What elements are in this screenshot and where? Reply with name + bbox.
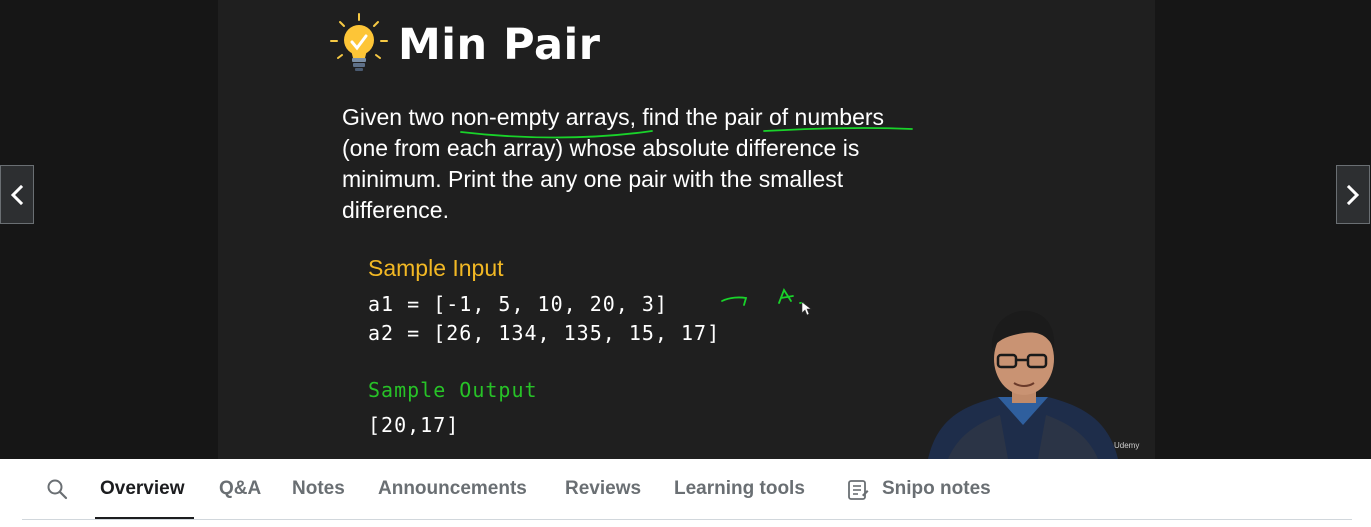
tab-overview[interactable]: Overview bbox=[100, 478, 185, 500]
tab-qa[interactable]: Q&A bbox=[219, 478, 261, 500]
chevron-left-icon bbox=[10, 184, 24, 205]
problem-description: Given two non-empty arrays, find the pai… bbox=[342, 102, 962, 226]
input-array-a1: a1 = [-1, 5, 10, 20, 3] bbox=[368, 292, 668, 316]
video-player[interactable]: Min Pair Given two non-empty arrays, fin… bbox=[0, 0, 1371, 459]
presenter-webcam bbox=[928, 310, 1118, 459]
tab-notes[interactable]: Notes bbox=[292, 478, 345, 500]
input-array-a2: a2 = [26, 134, 135, 15, 17] bbox=[368, 321, 721, 345]
course-tab-bar: Overview Q&A Notes Announcements Reviews… bbox=[0, 459, 1371, 527]
sample-input-heading: Sample Input bbox=[368, 255, 504, 281]
next-lecture-button[interactable] bbox=[1336, 165, 1370, 224]
udemy-watermark: Udemy bbox=[1114, 441, 1140, 450]
notes-list-icon bbox=[848, 480, 869, 500]
tab-snipo-notes[interactable]: Snipo notes bbox=[882, 478, 991, 500]
tab-bar-divider bbox=[22, 519, 1352, 520]
tab-announcements[interactable]: Announcements bbox=[378, 478, 527, 500]
lightbulb-icon bbox=[330, 13, 388, 71]
tab-reviews[interactable]: Reviews bbox=[565, 478, 641, 500]
output-pair: [20,17] bbox=[368, 413, 460, 437]
tab-learning-tools[interactable]: Learning tools bbox=[674, 478, 805, 500]
sample-output-heading: Sample Output bbox=[368, 378, 538, 402]
chevron-right-icon bbox=[1346, 184, 1360, 205]
description-line: (one from each array) whose absolute dif… bbox=[342, 135, 860, 161]
description-line: Given two non-empty arrays, find the pai… bbox=[342, 104, 885, 130]
slide-title: Min Pair bbox=[398, 20, 601, 70]
description-line: minimum. Print the any one pair with the… bbox=[342, 166, 844, 192]
description-line: difference. bbox=[342, 197, 449, 223]
app-stage: Min Pair Given two non-empty arrays, fin… bbox=[0, 0, 1371, 527]
search-icon[interactable] bbox=[46, 478, 68, 500]
previous-lecture-button[interactable] bbox=[0, 165, 34, 224]
